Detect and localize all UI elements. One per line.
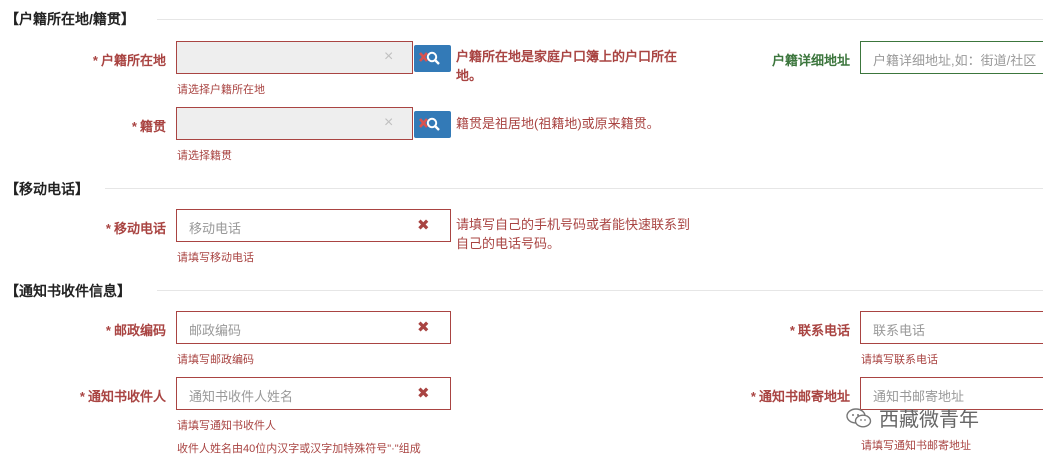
native-place-search-button[interactable]	[414, 111, 451, 138]
watermark: 西藏微青年	[845, 403, 979, 432]
required-mark: *	[105, 221, 111, 236]
required-mark: *	[789, 323, 795, 338]
section-title-household: 【户籍所在地/籍贯】	[5, 11, 135, 27]
search-icon	[419, 117, 440, 131]
contact-phone-label: * 联系电话	[730, 320, 850, 339]
error-x-icon: ✖	[417, 319, 430, 336]
native-place-field[interactable]: ×	[176, 107, 413, 140]
household-location-label-text: 户籍所在地	[100, 53, 166, 68]
mobile-phone-label-text: 移动电话	[113, 221, 166, 236]
section-title-mobile: 【移动电话】	[5, 181, 89, 197]
mail-address-help: 请填写通知书邮寄地址	[861, 440, 971, 452]
wechat-icon	[846, 407, 872, 428]
native-place-help: 请选择籍贯	[177, 150, 232, 162]
recipient-label-text: 通知书收件人	[87, 389, 166, 404]
mobile-phone-placeholder: 移动电话	[189, 221, 242, 236]
required-mark: *	[131, 119, 137, 134]
household-address-input[interactable]: 户籍详细地址,如：街道/社区	[860, 41, 1043, 74]
mobile-phone-note: 请填写自己的手机号码或者能快速联系到自己的电话号码。	[456, 217, 691, 251]
error-x-icon: ✖	[417, 385, 430, 402]
contact-phone-label-text: 联系电话	[797, 323, 850, 338]
recipient-help: 请填写通知书收件人	[177, 420, 276, 432]
mobile-phone-help: 请填写移动电话	[177, 252, 254, 264]
section-divider	[157, 290, 1043, 291]
contact-phone-help: 请填写联系电话	[861, 354, 938, 366]
native-place-label: * 籍贯	[60, 116, 166, 135]
contact-phone-placeholder: 联系电话	[873, 323, 926, 338]
mobile-phone-input[interactable]: 移动电话 ✖	[176, 209, 451, 242]
contact-phone-input[interactable]: 联系电话	[860, 311, 1043, 344]
household-address-placeholder: 户籍详细地址,如：街道/社区	[873, 53, 1037, 68]
error-x-icon: ✖	[417, 217, 430, 234]
recipient-input[interactable]: 通知书收件人姓名 ✖	[176, 377, 451, 410]
mobile-phone-label: * 移动电话	[60, 218, 166, 237]
postal-code-help: 请填写邮政编码	[177, 354, 254, 366]
watermark-text: 西藏微青年	[879, 409, 979, 431]
recipient-format-help: 收件人姓名由40位内汉字或汉字加特殊符号"·"组成	[177, 443, 421, 455]
required-mark: *	[105, 323, 111, 338]
postal-code-input[interactable]: 邮政编码 ✖	[176, 311, 451, 344]
native-place-label-text: 籍贯	[139, 119, 166, 134]
mail-address-label: * 通知书邮寄地址	[710, 386, 850, 405]
section-divider	[105, 188, 1043, 189]
household-location-search-button[interactable]	[414, 45, 451, 72]
section-title-notice: 【通知书收件信息】	[5, 283, 131, 299]
household-location-field[interactable]: ×	[176, 41, 413, 74]
clear-icon[interactable]: ×	[384, 114, 393, 132]
postal-code-label-text: 邮政编码	[113, 323, 166, 338]
postal-code-label: * 邮政编码	[60, 320, 166, 339]
household-location-note: 户籍所在地是家庭户口簿上的户口所在地。	[456, 49, 678, 83]
recipient-placeholder: 通知书收件人姓名	[189, 389, 294, 404]
required-mark: *	[92, 53, 98, 68]
section-divider	[157, 19, 1043, 20]
household-location-help: 请选择户籍所在地	[177, 84, 265, 96]
clear-icon[interactable]: ×	[384, 48, 393, 66]
recipient-label: * 通知书收件人	[40, 386, 166, 405]
required-mark: *	[750, 389, 756, 404]
native-place-note: 籍贯是祖居地(祖籍地)或原来籍贯。	[456, 116, 660, 131]
mail-address-label-text: 通知书邮寄地址	[758, 389, 850, 404]
search-icon	[419, 51, 440, 65]
household-address-label: 户籍详细地址	[771, 53, 850, 68]
postal-code-placeholder: 邮政编码	[189, 323, 242, 338]
household-location-label: * 户籍所在地	[60, 50, 166, 69]
required-mark: *	[79, 389, 85, 404]
